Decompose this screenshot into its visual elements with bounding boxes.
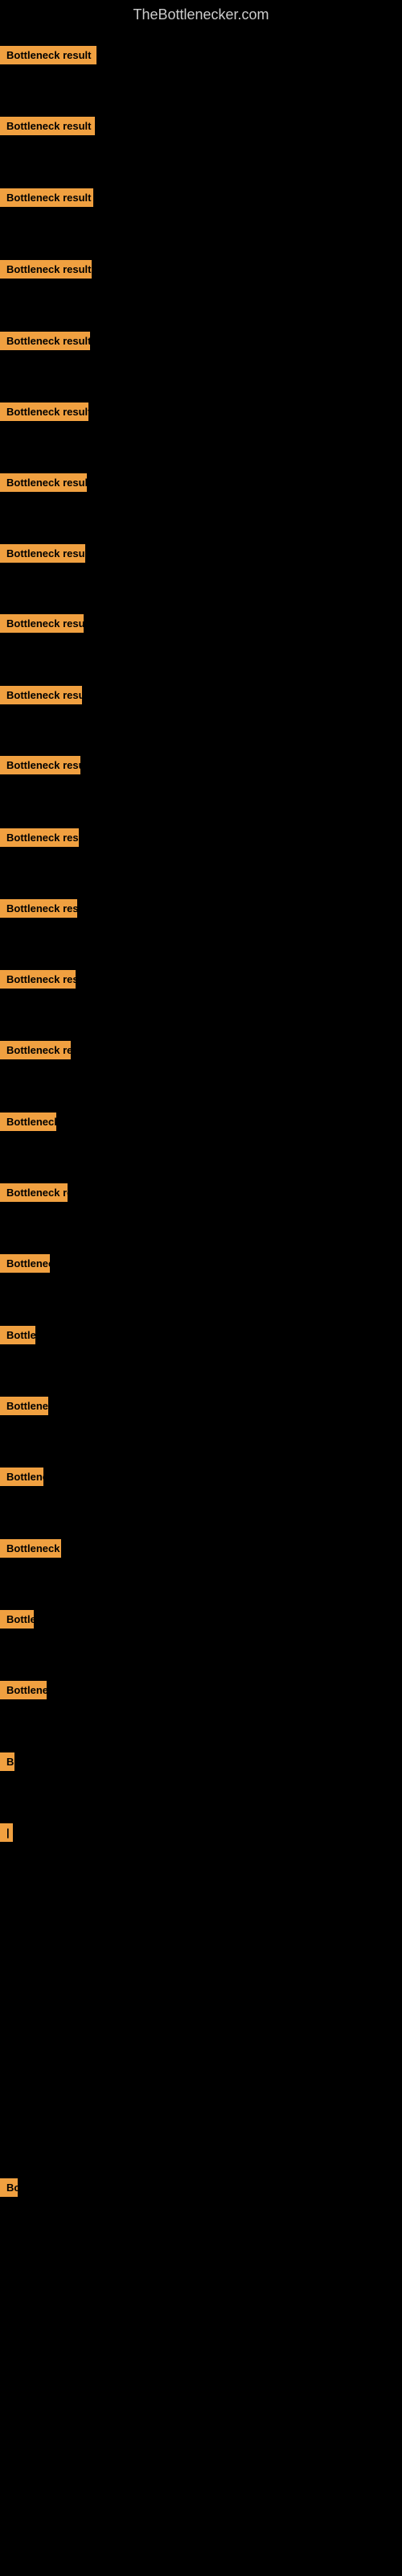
bottleneck-label-9[interactable]: Bottleneck result [0, 614, 84, 633]
bottleneck-row: Bottleneck result [0, 473, 87, 496]
bottleneck-row: Bottleneck result [0, 686, 82, 708]
bottleneck-label-11[interactable]: Bottleneck result [0, 756, 80, 774]
bottleneck-label-1[interactable]: Bottleneck result [0, 46, 96, 64]
bottleneck-label-16[interactable]: Bottleneck [0, 1113, 56, 1131]
bottleneck-label-12[interactable]: Bottleneck result [0, 828, 79, 847]
bottleneck-row: Bottleneck result [0, 332, 90, 354]
bottleneck-row: Bottlene [0, 1468, 43, 1490]
bottleneck-row: Bottleneck result [0, 188, 93, 211]
bottleneck-row: Bottleneck result [0, 117, 95, 139]
bottleneck-row: Bottleneck result [0, 828, 79, 851]
bottleneck-label-7[interactable]: Bottleneck result [0, 473, 87, 492]
bottleneck-row: Bottleneck r [0, 1539, 61, 1562]
bottleneck-label-20[interactable]: Bottlenec [0, 1397, 48, 1415]
bottleneck-row: Bottlenec [0, 1397, 48, 1419]
bottleneck-label-26[interactable]: | [0, 1823, 13, 1842]
bottleneck-label-4[interactable]: Bottleneck result [0, 260, 92, 279]
bottleneck-label-15[interactable]: Bottleneck resu [0, 1041, 71, 1059]
bottleneck-row: Bottleneck res [0, 1183, 68, 1206]
bottleneck-label-8[interactable]: Bottleneck result [0, 544, 85, 563]
bottleneck-label-6[interactable]: Bottleneck result [0, 402, 88, 421]
bottleneck-label-24[interactable]: Bottlenec [0, 1681, 47, 1699]
bottleneck-row: Bottlenec [0, 1681, 47, 1703]
bottleneck-label-27[interactable]: Bo [0, 2178, 18, 2197]
bottleneck-row: Bottleneck resu [0, 1041, 71, 1063]
bottleneck-row: Bottle [0, 1326, 35, 1348]
bottleneck-row: Bottleneck result [0, 970, 76, 993]
bottleneck-row: Bottleneck result [0, 756, 80, 778]
bottleneck-label-2[interactable]: Bottleneck result [0, 117, 95, 135]
bottleneck-label-18[interactable]: Bottlenec [0, 1254, 50, 1273]
bottleneck-row: Bottleneck result [0, 544, 85, 567]
bottleneck-label-25[interactable]: B [0, 1752, 14, 1771]
bottleneck-row: Bottle [0, 1610, 34, 1633]
bottleneck-label-5[interactable]: Bottleneck result [0, 332, 90, 350]
bottleneck-row: Bo [0, 2178, 18, 2201]
site-title: TheBottlenecker.com [0, 0, 402, 30]
bottleneck-label-23[interactable]: Bottle [0, 1610, 34, 1629]
bottleneck-label-10[interactable]: Bottleneck result [0, 686, 82, 704]
bottleneck-label-14[interactable]: Bottleneck result [0, 970, 76, 989]
bottleneck-label-19[interactable]: Bottle [0, 1326, 35, 1344]
bottleneck-row: Bottleneck result [0, 899, 77, 922]
bottleneck-row: Bottleneck result [0, 260, 92, 283]
bottleneck-row: Bottleneck result [0, 402, 88, 425]
bottleneck-row: Bottleneck result [0, 614, 84, 637]
bottleneck-row: Bottleneck result [0, 46, 96, 68]
bottleneck-row: Bottleneck [0, 1113, 56, 1135]
bottleneck-row: Bottlenec [0, 1254, 50, 1277]
bottleneck-label-21[interactable]: Bottlene [0, 1468, 43, 1486]
bottleneck-row: | [0, 1823, 13, 1846]
bottleneck-label-22[interactable]: Bottleneck r [0, 1539, 61, 1558]
bottleneck-label-17[interactable]: Bottleneck res [0, 1183, 68, 1202]
bottleneck-row: B [0, 1752, 14, 1775]
bottleneck-label-3[interactable]: Bottleneck result [0, 188, 93, 207]
bottleneck-label-13[interactable]: Bottleneck result [0, 899, 77, 918]
